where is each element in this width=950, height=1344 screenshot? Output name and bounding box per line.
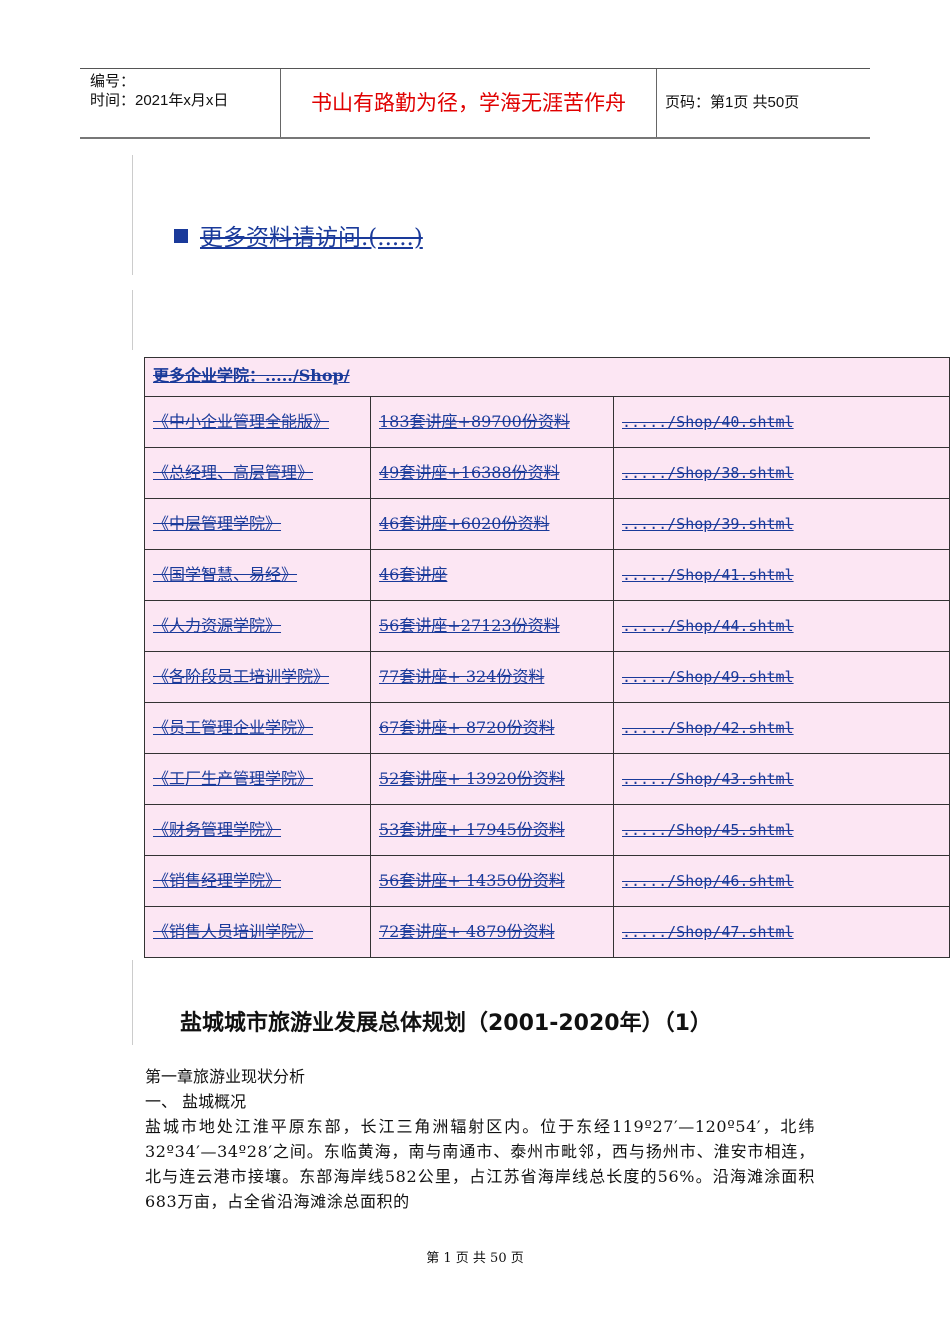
table-header-link[interactable]: 更多企业学院：...../Shop/ [153,366,350,385]
course-name-cell: 《员工管理企业学院》 [144,702,371,754]
course-link-link[interactable]: ...../Shop/38.shtml [622,464,794,482]
course-link-link[interactable]: ...../Shop/47.shtml [622,923,794,941]
course-name-cell: 《工厂生产管理学院》 [144,753,371,805]
margin-line [132,960,133,1045]
page-footer: 第 1 页 共 50 页 [426,1251,524,1266]
header-meta: 编号： 时间：2021年x月x日 [80,69,280,137]
course-content-cell: 46套讲座 [370,549,614,601]
page-header: 编号： 时间：2021年x月x日 书山有路勤为径，学海无涯苦作舟 页码：第1页 … [80,68,870,139]
table-row: 《员工管理企业学院》 67套讲座+ 8720份资料 ...../Shop/42.sh… [144,702,950,754]
table-row: 《国学智慧、易经》 46套讲座 ...../Shop/41.shtml [144,549,950,601]
table-row: 《各阶段员工培训学院》 77套讲座+ 324份资料 ...../Shop/49.sh… [144,651,950,703]
course-link-cell: ...../Shop/39.shtml [613,498,950,550]
course-link-cell: ...../Shop/43.shtml [613,753,950,805]
course-content-link[interactable]: 77套讲座+ 324份资料 [379,667,544,686]
course-name-link[interactable]: 《财务管理学院》 [153,820,281,839]
course-name-link[interactable]: 《总经理、高层管理》 [153,463,313,482]
table-row: 《工厂生产管理学院》 52套讲座+ 13920份资料 ...../Shop/43.s… [144,753,950,805]
course-link-link[interactable]: ...../Shop/39.shtml [622,515,794,533]
course-link-cell: ...../Shop/47.shtml [613,906,950,958]
course-name-cell: 《销售经理学院》 [144,855,371,907]
course-name-link[interactable]: 《员工管理企业学院》 [153,718,313,737]
course-link-cell: ...../Shop/45.shtml [613,804,950,856]
body-paragraph: 盐城市地处江淮平原东部，长江三角洲辐射区内。位于东经119º27′—120º54… [145,1117,815,1211]
document-page: 编号： 时间：2021年x月x日 书山有路勤为径，学海无涯苦作舟 页码：第1页 … [0,0,950,1344]
course-content-link[interactable]: 46套讲座+6020份资料 [379,514,550,533]
course-content-link[interactable]: 56套讲座+ 14350份资料 [379,871,565,890]
margin-line [132,290,133,350]
course-content-cell: 72套讲座+ 4879份资料 [370,906,614,958]
course-link-link[interactable]: ...../Shop/46.shtml [622,872,794,890]
course-link-cell: ...../Shop/44.shtml [613,600,950,652]
course-content-cell: 56套讲座+ 14350份资料 [370,855,614,907]
course-content-cell: 183套讲座+89700份资料 [370,396,614,448]
course-content-link[interactable]: 72套讲座+ 4879份资料 [379,922,555,941]
course-name-link[interactable]: 《各阶段员工培训学院》 [153,667,329,686]
course-content-link[interactable]: 183套讲座+89700份资料 [379,412,570,431]
course-link-cell: ...../Shop/41.shtml [613,549,950,601]
number-label: 编号： [90,73,136,90]
course-link-link[interactable]: ...../Shop/45.shtml [622,821,794,839]
course-content-cell: 52套讲座+ 13920份资料 [370,753,614,805]
course-content-link[interactable]: 46套讲座 [379,565,447,584]
course-content-cell: 53套讲座+ 17945份资料 [370,804,614,856]
bullet-square-icon [174,229,188,243]
course-content-cell: 49套讲座+16388份资料 [370,447,614,499]
chapter-heading: 第一章旅游业现状分析 [145,1067,306,1086]
course-content-link[interactable]: 67套讲座+ 8720份资料 [379,718,555,737]
course-name-link[interactable]: 《工厂生产管理学院》 [153,769,313,788]
course-content-cell: 46套讲座+6020份资料 [370,498,614,550]
course-link-cell: ...../Shop/46.shtml [613,855,950,907]
document-body: 第一章旅游业现状分析 一、 盐城概况 盐城市地处江淮平原东部，长江三角洲辐射区内… [145,1064,815,1214]
header-page-info: 页码：第1页 共50页 [665,94,800,111]
course-name-cell: 《总经理、高层管理》 [144,447,371,499]
table-row: 《销售经理学院》 56套讲座+ 14350份资料 ...../Shop/46.sht… [144,855,950,907]
table-row: 《人力资源学院》 56套讲座+27123份资料 ...../Shop/44.shtm… [144,600,950,652]
course-name-link[interactable]: 《中层管理学院》 [153,514,281,533]
document-title: 盐城城市旅游业发展总体规划（2001-2020年）（1） [180,1011,712,1036]
course-name-link[interactable]: 《中小企业管理全能版》 [153,412,329,431]
course-link-link[interactable]: ...../Shop/43.shtml [622,770,794,788]
table-row: 《财务管理学院》 53套讲座+ 17945份资料 ...../Shop/45.sht… [144,804,950,856]
course-content-link[interactable]: 52套讲座+ 13920份资料 [379,769,565,788]
course-name-cell: 《各阶段员工培训学院》 [144,651,371,703]
margin-line [132,155,133,275]
table-row: 《中层管理学院》 46套讲座+6020份资料 ...../Shop/39.shtml [144,498,950,550]
course-name-link[interactable]: 《国学智慧、易经》 [153,565,297,584]
time-label: 时间：2021年x月x日 [90,92,229,109]
course-link-link[interactable]: ...../Shop/40.shtml [622,413,794,431]
resource-table: 更多企业学院：...../Shop/ 《中小企业管理全能版》 183套讲座+897… [144,357,950,958]
course-link-cell: ...../Shop/40.shtml [613,396,950,448]
course-link-link[interactable]: ...../Shop/42.shtml [622,719,794,737]
course-link-cell: ...../Shop/49.shtml [613,651,950,703]
course-content-link[interactable]: 56套讲座+27123份资料 [379,616,560,635]
course-name-cell: 《中小企业管理全能版》 [144,396,371,448]
table-header-row: 更多企业学院：...../Shop/ [144,357,950,397]
course-name-link[interactable]: 《销售人员培训学院》 [153,922,313,941]
course-name-link[interactable]: 《人力资源学院》 [153,616,281,635]
course-link-link[interactable]: ...../Shop/49.shtml [622,668,794,686]
course-content-cell: 77套讲座+ 324份资料 [370,651,614,703]
course-name-cell: 《中层管理学院》 [144,498,371,550]
course-name-cell: 《国学智慧、易经》 [144,549,371,601]
course-name-cell: 《财务管理学院》 [144,804,371,856]
course-content-link[interactable]: 53套讲座+ 17945份资料 [379,820,565,839]
table-row: 《总经理、高层管理》 49套讲座+16388份资料 ...../Shop/38.sh… [144,447,950,499]
table-row: 《销售人员培训学院》 72套讲座+ 4879份资料 ...../Shop/47.sh… [144,906,950,958]
course-link-link[interactable]: ...../Shop/44.shtml [622,617,794,635]
section-heading: 一、 盐城概况 [145,1092,247,1111]
course-name-link[interactable]: 《销售经理学院》 [153,871,281,890]
course-link-link[interactable]: ...../Shop/41.shtml [622,566,794,584]
course-link-cell: ...../Shop/42.shtml [613,702,950,754]
more-resources-link[interactable]: 更多资料请访问.(.....) [174,218,423,252]
header-motto: 书山有路勤为径，学海无涯苦作舟 [280,69,657,137]
course-name-cell: 《销售人员培训学院》 [144,906,371,958]
table-row: 《中小企业管理全能版》 183套讲座+89700份资料 ...../Shop/40.… [144,396,950,448]
course-name-cell: 《人力资源学院》 [144,600,371,652]
course-content-cell: 67套讲座+ 8720份资料 [370,702,614,754]
course-content-link[interactable]: 49套讲座+16388份资料 [379,463,560,482]
course-link-cell: ...../Shop/38.shtml [613,447,950,499]
course-content-cell: 56套讲座+27123份资料 [370,600,614,652]
